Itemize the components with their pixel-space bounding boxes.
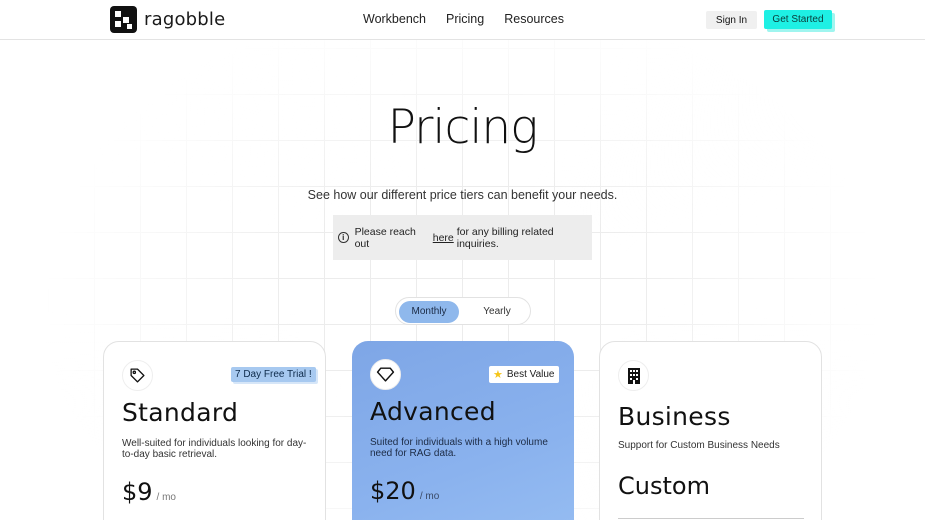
toggle-yearly[interactable]: Yearly: [466, 301, 528, 323]
billing-toggle: Monthly Yearly: [395, 297, 531, 325]
brand-name[interactable]: ragobble: [144, 9, 225, 30]
get-started-button[interactable]: Get Started: [764, 10, 832, 29]
info-icon: i: [338, 232, 349, 243]
star-icon: ★: [493, 369, 503, 381]
best-value-label: Best Value: [506, 369, 555, 380]
plan-price: Custom: [618, 472, 710, 500]
billing-notice: i Please reach out here for any billing …: [333, 215, 592, 260]
price-amount: $20: [370, 477, 416, 505]
page-title: Pricing: [387, 100, 539, 155]
toggle-monthly[interactable]: Monthly: [399, 301, 459, 323]
plan-card-advanced[interactable]: ★ Best Value Advanced Suited for individ…: [352, 341, 574, 520]
plan-description: Suited for individuals with a high volum…: [370, 437, 548, 459]
nav-link-resources[interactable]: Resources: [504, 12, 564, 26]
price-amount: Custom: [618, 472, 710, 500]
ragobble-logo-icon[interactable]: [110, 6, 137, 33]
sign-in-button[interactable]: Sign In: [706, 11, 757, 29]
divider: [618, 518, 804, 519]
tag-icon: [122, 360, 153, 391]
nav-link-pricing[interactable]: Pricing: [446, 12, 484, 26]
best-value-badge: ★ Best Value: [489, 366, 559, 383]
plan-price: $9 / mo: [122, 478, 176, 506]
price-amount: $9: [122, 478, 153, 506]
notice-link[interactable]: here: [433, 232, 454, 244]
diamond-icon: [370, 359, 401, 390]
notice-text-before: Please reach out: [354, 225, 416, 250]
price-period: / mo: [419, 491, 440, 502]
plan-description: Support for Custom Business Needs: [618, 440, 780, 451]
building-icon: [618, 360, 649, 391]
notice-text-after: for any billing related inquiries.: [456, 225, 554, 250]
plan-card-business[interactable]: Business Support for Custom Business Nee…: [599, 341, 822, 520]
plan-description: Well-suited for individuals looking for …: [122, 438, 307, 460]
nav-links: Workbench Pricing Resources: [363, 12, 564, 26]
plan-name: Advanced: [370, 397, 496, 426]
nav-link-workbench[interactable]: Workbench: [363, 12, 426, 26]
plan-name: Business: [618, 402, 731, 431]
page-subtitle: See how our different price tiers can be…: [307, 188, 618, 202]
plan-card-standard[interactable]: 7 Day Free Trial ! Standard Well-suited …: [103, 341, 326, 520]
plan-price: $20 / mo: [370, 477, 439, 505]
plan-name: Standard: [122, 398, 239, 427]
top-nav: ragobble Workbench Pricing Resources Sig…: [0, 0, 925, 40]
free-trial-badge: 7 Day Free Trial !: [231, 367, 316, 382]
price-period: / mo: [156, 492, 176, 503]
